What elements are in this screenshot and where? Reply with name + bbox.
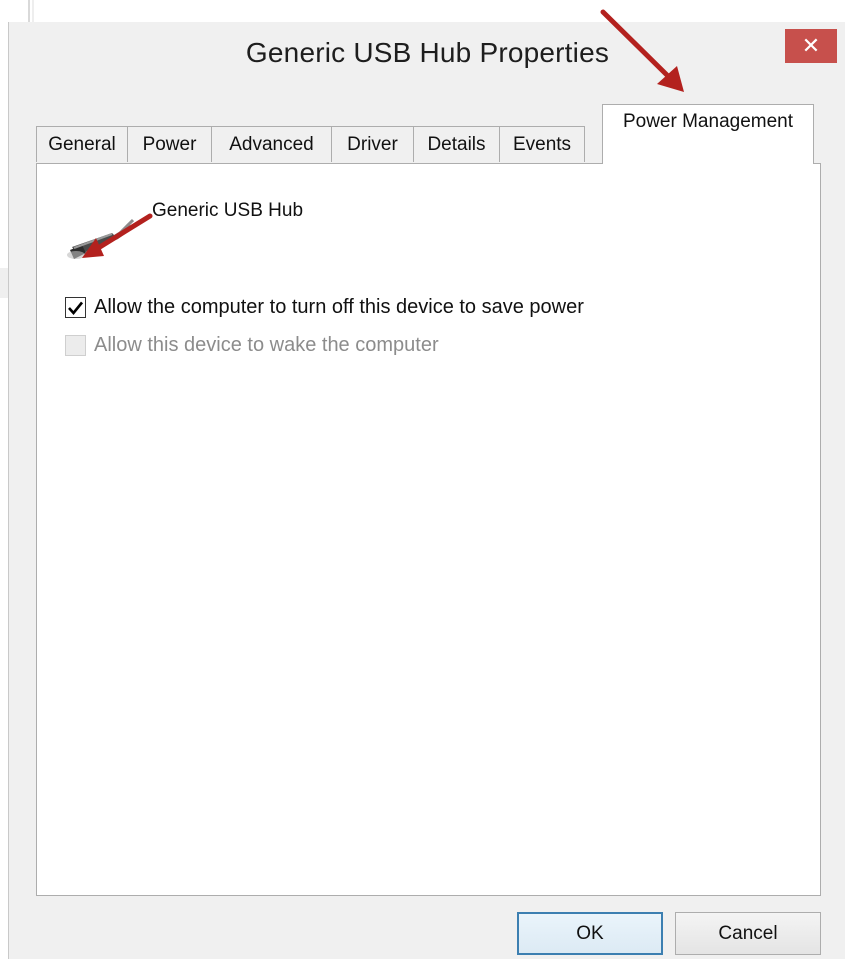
tab-driver[interactable]: Driver bbox=[331, 126, 414, 162]
usb-plug-icon bbox=[67, 218, 134, 259]
device-name: Generic USB Hub bbox=[152, 200, 304, 221]
tab-advanced[interactable]: Advanced bbox=[211, 126, 332, 162]
allow-wake-label: Allow this device to wake the computer bbox=[94, 334, 439, 356]
ok-button[interactable]: OK bbox=[517, 912, 663, 955]
dialog-title: Generic USB Hub Properties bbox=[245, 37, 610, 68]
allow-wake-checkbox bbox=[65, 335, 86, 356]
allow-turn-off-checkbox[interactable] bbox=[65, 297, 86, 318]
tab-page-power-management: Generic USB Hub Allow the computer to tu… bbox=[36, 163, 821, 896]
tab-power-management[interactable]: Power Management bbox=[602, 104, 814, 164]
allow-turn-off-option[interactable]: Allow the computer to turn off this devi… bbox=[65, 296, 584, 319]
tab-power[interactable]: Power bbox=[127, 126, 212, 162]
tab-events[interactable]: Events bbox=[499, 126, 585, 162]
properties-dialog: Generic USB Hub Properties ✕ General Pow… bbox=[8, 22, 845, 959]
allow-wake-option: Allow this device to wake the computer bbox=[65, 334, 439, 357]
checkmark-icon bbox=[68, 301, 83, 315]
close-icon: ✕ bbox=[801, 33, 821, 58]
cancel-button[interactable]: Cancel bbox=[675, 912, 821, 955]
tab-details[interactable]: Details bbox=[413, 126, 500, 162]
close-button[interactable]: ✕ bbox=[785, 29, 837, 63]
tab-general[interactable]: General bbox=[36, 126, 128, 162]
allow-turn-off-label[interactable]: Allow the computer to turn off this devi… bbox=[94, 296, 584, 319]
